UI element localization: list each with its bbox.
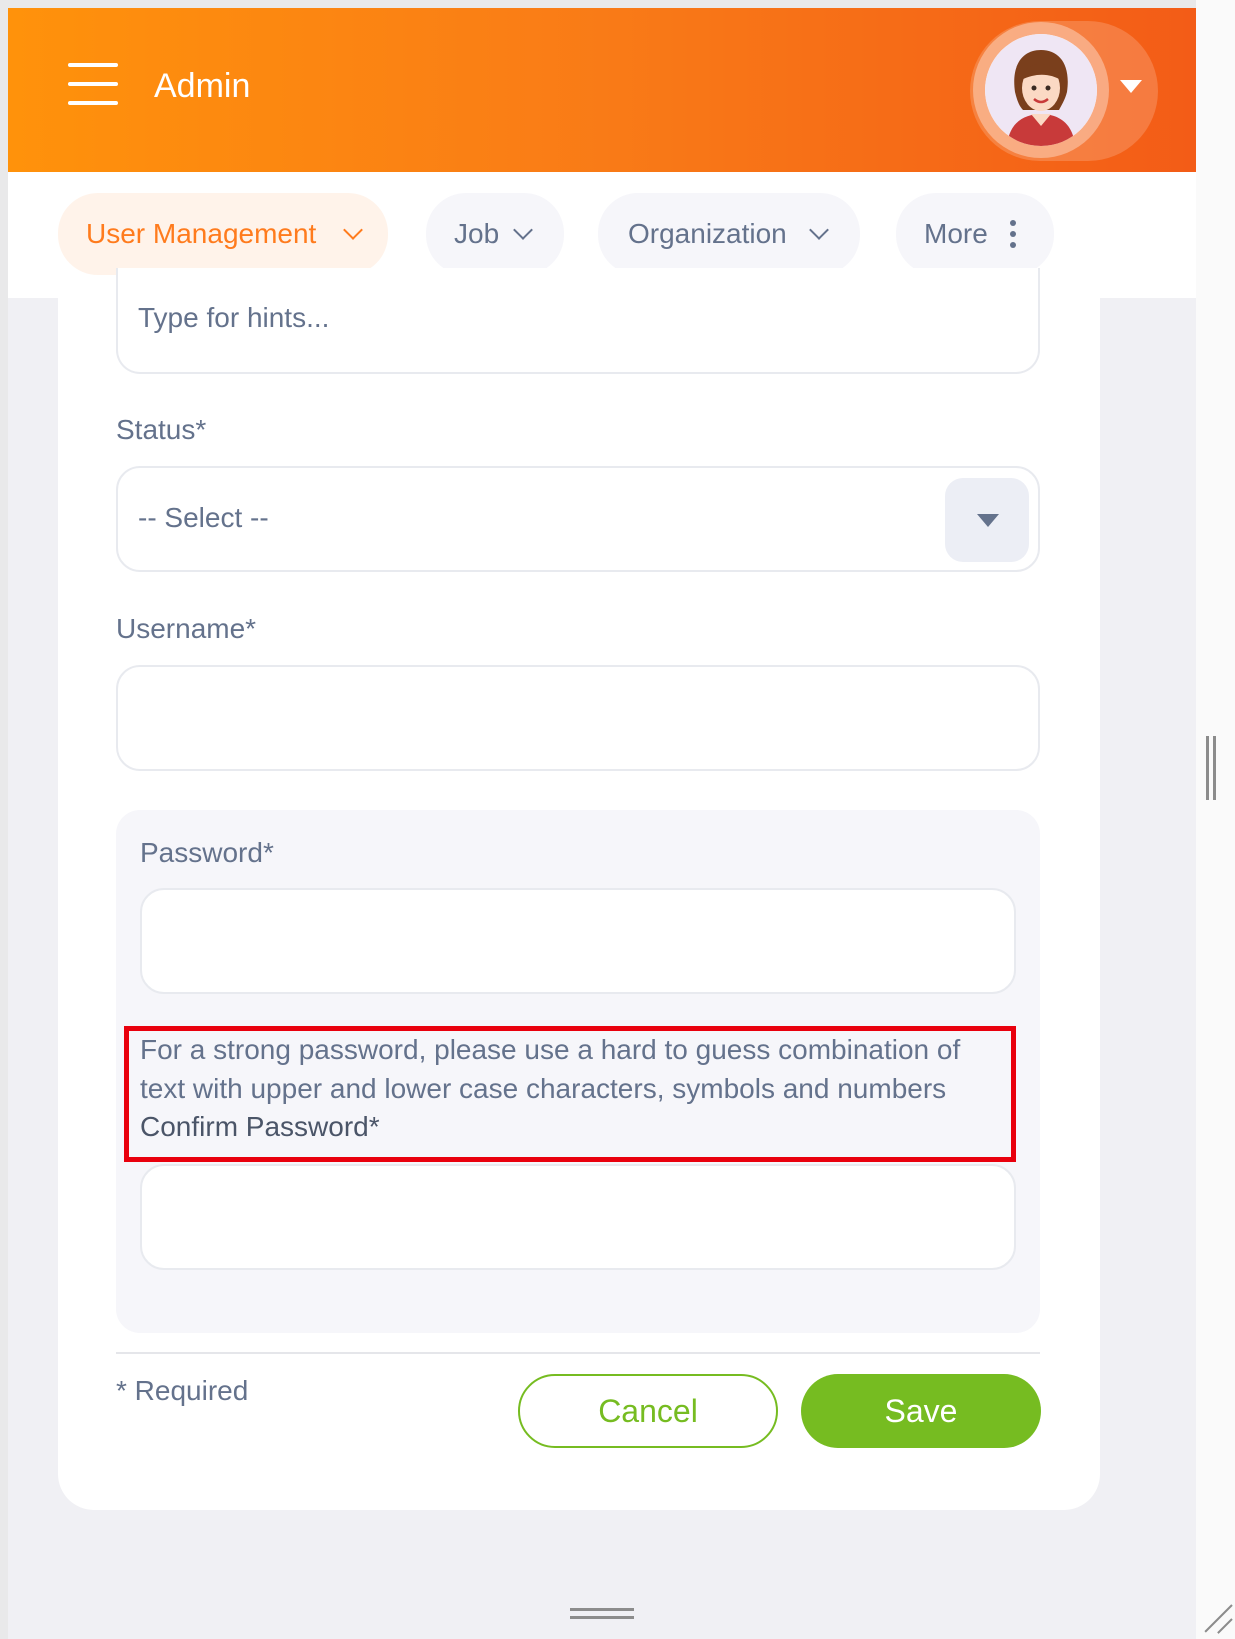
confirm-password-label: Confirm Password* (140, 1111, 380, 1142)
chevron-down-icon (343, 220, 363, 240)
tab-job[interactable]: Job (426, 193, 564, 275)
status-dropdown-button[interactable] (945, 478, 1029, 562)
page-title: Admin (154, 67, 251, 105)
password-input[interactable] (140, 888, 1016, 994)
tab-user-management[interactable]: User Management (58, 193, 388, 275)
password-hint-text: text with upper and lower case character… (140, 1073, 947, 1104)
save-button[interactable]: Save (801, 1374, 1041, 1448)
corner-resize-grip-icon[interactable] (1204, 1600, 1234, 1634)
chevron-down-icon (809, 220, 829, 240)
scroll-gutter (1196, 0, 1235, 1639)
username-input[interactable] (116, 665, 1040, 771)
password-label: Password* (140, 837, 274, 868)
tab-organization[interactable]: Organization (598, 193, 860, 275)
employee-name-placeholder: Type for hints... (138, 302, 330, 333)
menu-icon[interactable] (68, 63, 118, 105)
top-header: Admin (8, 8, 1196, 172)
form-divider (116, 1352, 1040, 1354)
tab-label: Organization (628, 218, 787, 249)
vertical-resize-handle-icon[interactable] (1206, 736, 1218, 800)
tab-label: Job (454, 218, 500, 249)
avatar[interactable] (985, 34, 1097, 146)
chevron-down-icon (513, 220, 533, 240)
required-note: * Required (116, 1375, 249, 1406)
add-user-form: Type for hints... Status* -- Select -- U… (58, 268, 1100, 1510)
caret-down-icon[interactable] (1120, 80, 1142, 93)
username-label: Username* (116, 613, 257, 644)
cancel-button[interactable]: Cancel (518, 1374, 778, 1448)
horizontal-resize-handle-icon[interactable] (570, 1608, 634, 1620)
status-selected-value: -- Select -- (138, 502, 269, 533)
caret-down-icon (977, 514, 999, 527)
tab-label: More (924, 218, 988, 249)
status-label: Status* (116, 414, 207, 445)
more-vertical-icon (1010, 220, 1016, 248)
tab-label: User Management (86, 218, 317, 249)
app-viewport: Admin User Management Job Organization M… (8, 8, 1196, 1639)
user-avatar-icon (985, 34, 1097, 146)
confirm-password-input[interactable] (140, 1164, 1016, 1270)
password-hint-text: For a strong password, please use a hard… (140, 1034, 961, 1065)
tab-more[interactable]: More (896, 193, 1054, 275)
